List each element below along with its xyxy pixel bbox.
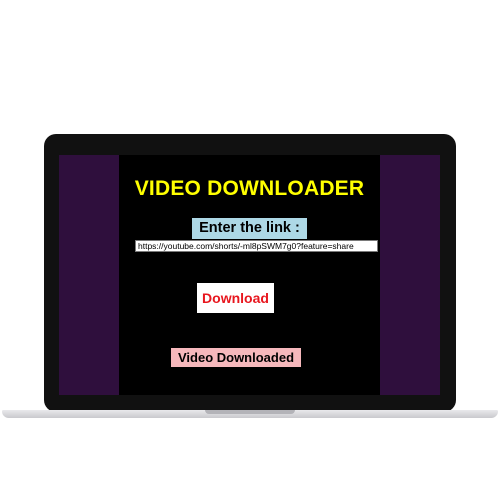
app-window: VIDEO DOWNLOADER Enter the link : Downlo… [59, 155, 440, 395]
laptop-notch [205, 410, 295, 414]
link-label: Enter the link : [192, 218, 307, 239]
link-input[interactable] [135, 240, 378, 252]
app-title: VIDEO DOWNLOADER [134, 177, 365, 200]
status-message: Video Downloaded [171, 348, 301, 367]
download-button[interactable]: Download [197, 283, 274, 313]
